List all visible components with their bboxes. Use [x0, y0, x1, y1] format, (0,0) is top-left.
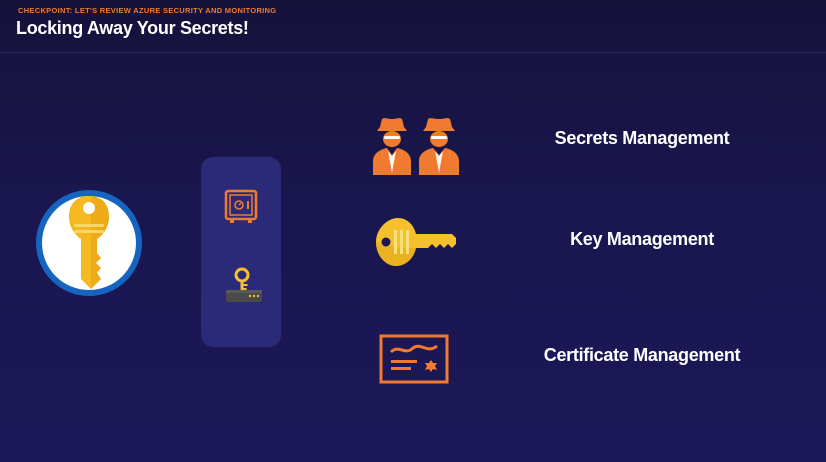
- slide-title: Locking Away Your Secrets!: [16, 18, 249, 38]
- slide-header: CHECKPOINT: LET'S REVIEW AZURE SECURITY …: [0, 0, 826, 53]
- key-vault-icon: [35, 189, 143, 297]
- certificate-icon: [379, 334, 449, 389]
- key-on-device-icon: [223, 267, 263, 312]
- key-icon: [372, 214, 456, 275]
- slide-eyebrow: CHECKPOINT: LET'S REVIEW AZURE SECURITY …: [18, 6, 277, 15]
- service-panel: [201, 157, 281, 347]
- spies-icon: [371, 115, 465, 182]
- secrets-management-label: Secrets Management: [554, 128, 730, 148]
- certificate-management-label: Certificate Management: [543, 345, 741, 365]
- key-management-label: Key Management: [570, 229, 714, 249]
- safe-icon: [224, 189, 258, 230]
